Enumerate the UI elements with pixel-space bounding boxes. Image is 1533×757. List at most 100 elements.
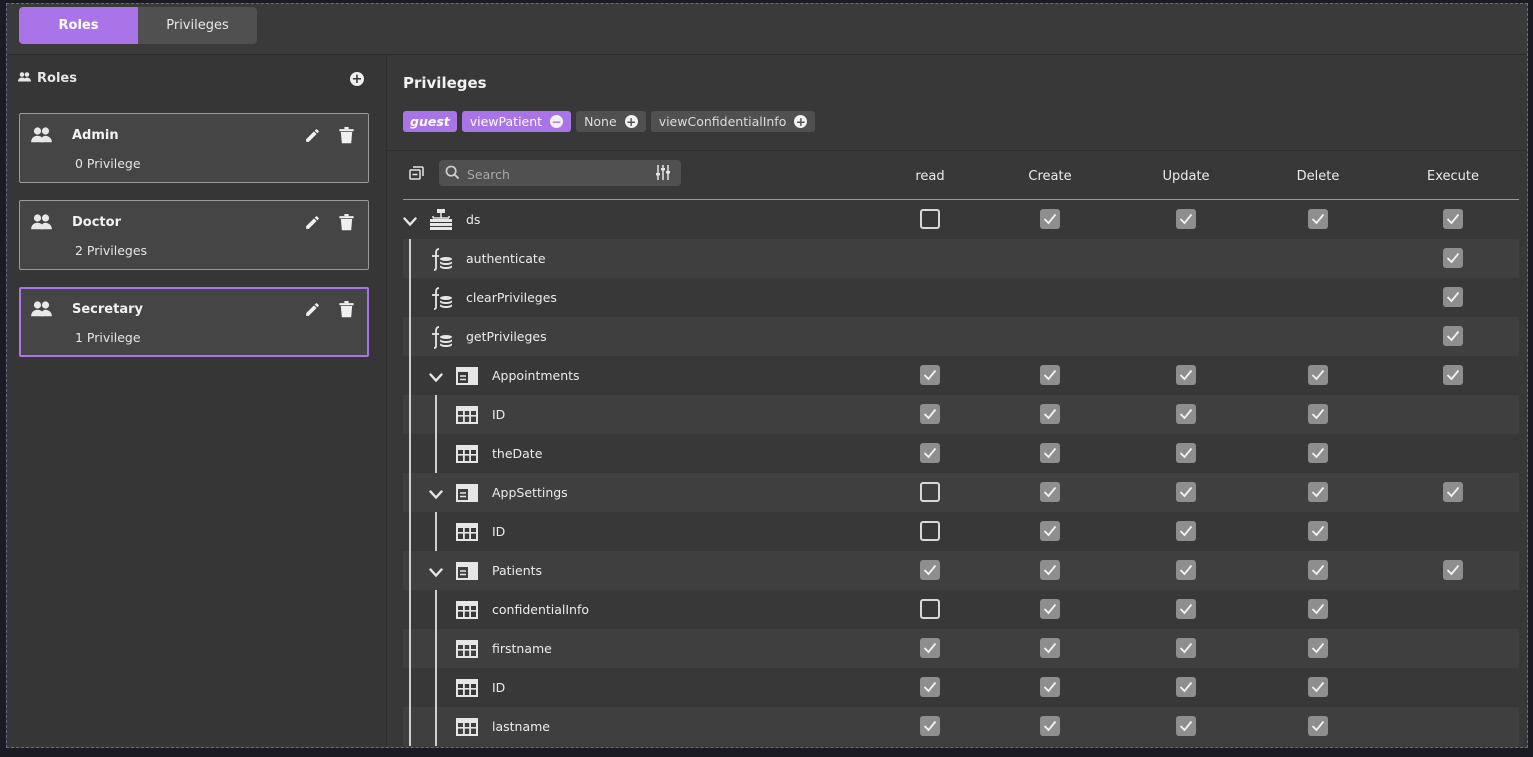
permission-checkbox-read[interactable] [920,521,940,541]
permission-checkbox-delete[interactable] [1308,716,1328,736]
permission-checkbox-read[interactable] [920,482,940,502]
tree-guide-line [435,512,437,551]
permission-checkbox-create[interactable] [1040,599,1060,619]
permission-checkbox-update[interactable] [1176,365,1196,385]
tree-row: ds [403,200,1519,239]
tree-row-label: Appointments [492,368,580,383]
permission-checkbox-delete[interactable] [1308,599,1328,619]
trash-icon[interactable] [339,301,354,322]
permission-checkbox-read[interactable] [920,599,940,619]
collapse-all-icon[interactable] [409,165,424,184]
permission-checkbox-read[interactable] [920,560,940,580]
plus-circle-icon[interactable]: + [624,115,638,128]
top-bar: Roles Privileges [7,4,1527,55]
tree-guide-line [435,395,437,473]
attribute-icon [456,718,478,740]
function-icon [430,286,454,314]
permission-checkbox-update[interactable] [1176,677,1196,697]
permission-checkbox-create[interactable] [1040,365,1060,385]
permission-checkbox-create[interactable] [1040,716,1060,736]
chevron-down-icon[interactable] [429,485,443,504]
chevron-down-icon[interactable] [429,368,443,387]
roles-title: Roles [37,71,77,86]
minus-circle-icon[interactable]: − [550,115,564,128]
role-icon [30,214,53,234]
permission-checkbox-update[interactable] [1176,716,1196,736]
tab-privileges[interactable]: Privileges [138,7,257,44]
permission-checkbox-execute[interactable] [1443,287,1463,307]
permission-checkbox-delete[interactable] [1308,404,1328,424]
permission-checkbox-execute[interactable] [1443,365,1463,385]
plus-circle-icon[interactable]: + [794,115,808,128]
role-card-secretary[interactable]: Secretary 1 Privilege [19,287,369,357]
attribute-icon [456,523,478,545]
permission-checkbox-delete[interactable] [1308,638,1328,658]
tree-row: theDate [403,434,1519,473]
permission-checkbox-read[interactable] [920,677,940,697]
chevron-down-icon[interactable] [403,212,417,231]
filter-sliders-icon[interactable] [655,165,671,184]
column-header-update: Update [1162,169,1210,184]
permission-checkbox-read[interactable] [920,716,940,736]
app-frame: Roles Privileges Roles + Admin 0 Privile… [6,3,1528,748]
permission-checkbox-create[interactable] [1040,482,1060,502]
chip-guest[interactable]: guest [403,111,457,132]
permission-checkbox-read[interactable] [920,365,940,385]
chip-label: guest [410,114,450,129]
permission-checkbox-create[interactable] [1040,404,1060,424]
permission-checkbox-execute[interactable] [1443,560,1463,580]
role-name: Doctor [72,215,121,230]
class-icon [456,562,478,584]
permission-checkbox-execute[interactable] [1443,482,1463,502]
permission-checkbox-create[interactable] [1040,638,1060,658]
attribute-icon [456,406,478,428]
permission-checkbox-update[interactable] [1176,404,1196,424]
permission-checkbox-create[interactable] [1040,443,1060,463]
permission-checkbox-read[interactable] [920,638,940,658]
tab-roles[interactable]: Roles [19,7,138,44]
permission-checkbox-delete[interactable] [1308,560,1328,580]
datasource-icon [430,208,452,234]
permission-checkbox-delete[interactable] [1308,365,1328,385]
permission-checkbox-execute[interactable] [1443,326,1463,346]
permission-checkbox-delete[interactable] [1308,521,1328,541]
permission-checkbox-update[interactable] [1176,482,1196,502]
permission-checkbox-delete[interactable] [1308,209,1328,229]
trash-icon[interactable] [339,127,354,148]
permission-checkbox-create[interactable] [1040,677,1060,697]
permission-checkbox-read[interactable] [920,404,940,424]
pencil-icon[interactable] [304,127,321,148]
chip-viewpatient[interactable]: viewPatient − [461,111,572,132]
permission-checkbox-delete[interactable] [1308,482,1328,502]
role-card-admin[interactable]: Admin 0 Privilege [19,113,369,183]
permission-checkbox-read[interactable] [920,443,940,463]
pencil-icon[interactable] [304,301,321,322]
permission-checkbox-update[interactable] [1176,209,1196,229]
permission-checkbox-delete[interactable] [1308,443,1328,463]
permission-checkbox-update[interactable] [1176,521,1196,541]
permission-checkbox-read[interactable] [920,209,940,229]
permission-checkbox-update[interactable] [1176,599,1196,619]
role-card-doctor[interactable]: Doctor 2 Privileges [19,200,369,270]
permission-checkbox-update[interactable] [1176,560,1196,580]
chip-none[interactable]: None + [576,111,646,132]
add-role-button[interactable]: + [350,72,364,86]
chevron-down-icon[interactable] [429,563,443,582]
tree-row-label: ID [492,524,506,539]
trash-icon[interactable] [339,214,354,235]
permission-checkbox-create[interactable] [1040,209,1060,229]
permission-checkbox-delete[interactable] [1308,677,1328,697]
permission-checkbox-create[interactable] [1040,560,1060,580]
permission-checkbox-update[interactable] [1176,443,1196,463]
tree-guide-line [435,590,437,746]
search-input[interactable] [465,163,649,185]
permission-checkbox-create[interactable] [1040,521,1060,541]
permission-checkbox-update[interactable] [1176,638,1196,658]
permission-checkbox-execute[interactable] [1443,209,1463,229]
chip-viewconfidentialinfo[interactable]: viewConfidentialInfo + [650,111,816,132]
chip-label: viewConfidentialInfo [658,114,787,129]
pencil-icon[interactable] [304,214,321,235]
view-switcher: Roles Privileges [19,7,257,44]
column-header-create: Create [1028,169,1072,184]
permission-checkbox-execute[interactable] [1443,248,1463,268]
